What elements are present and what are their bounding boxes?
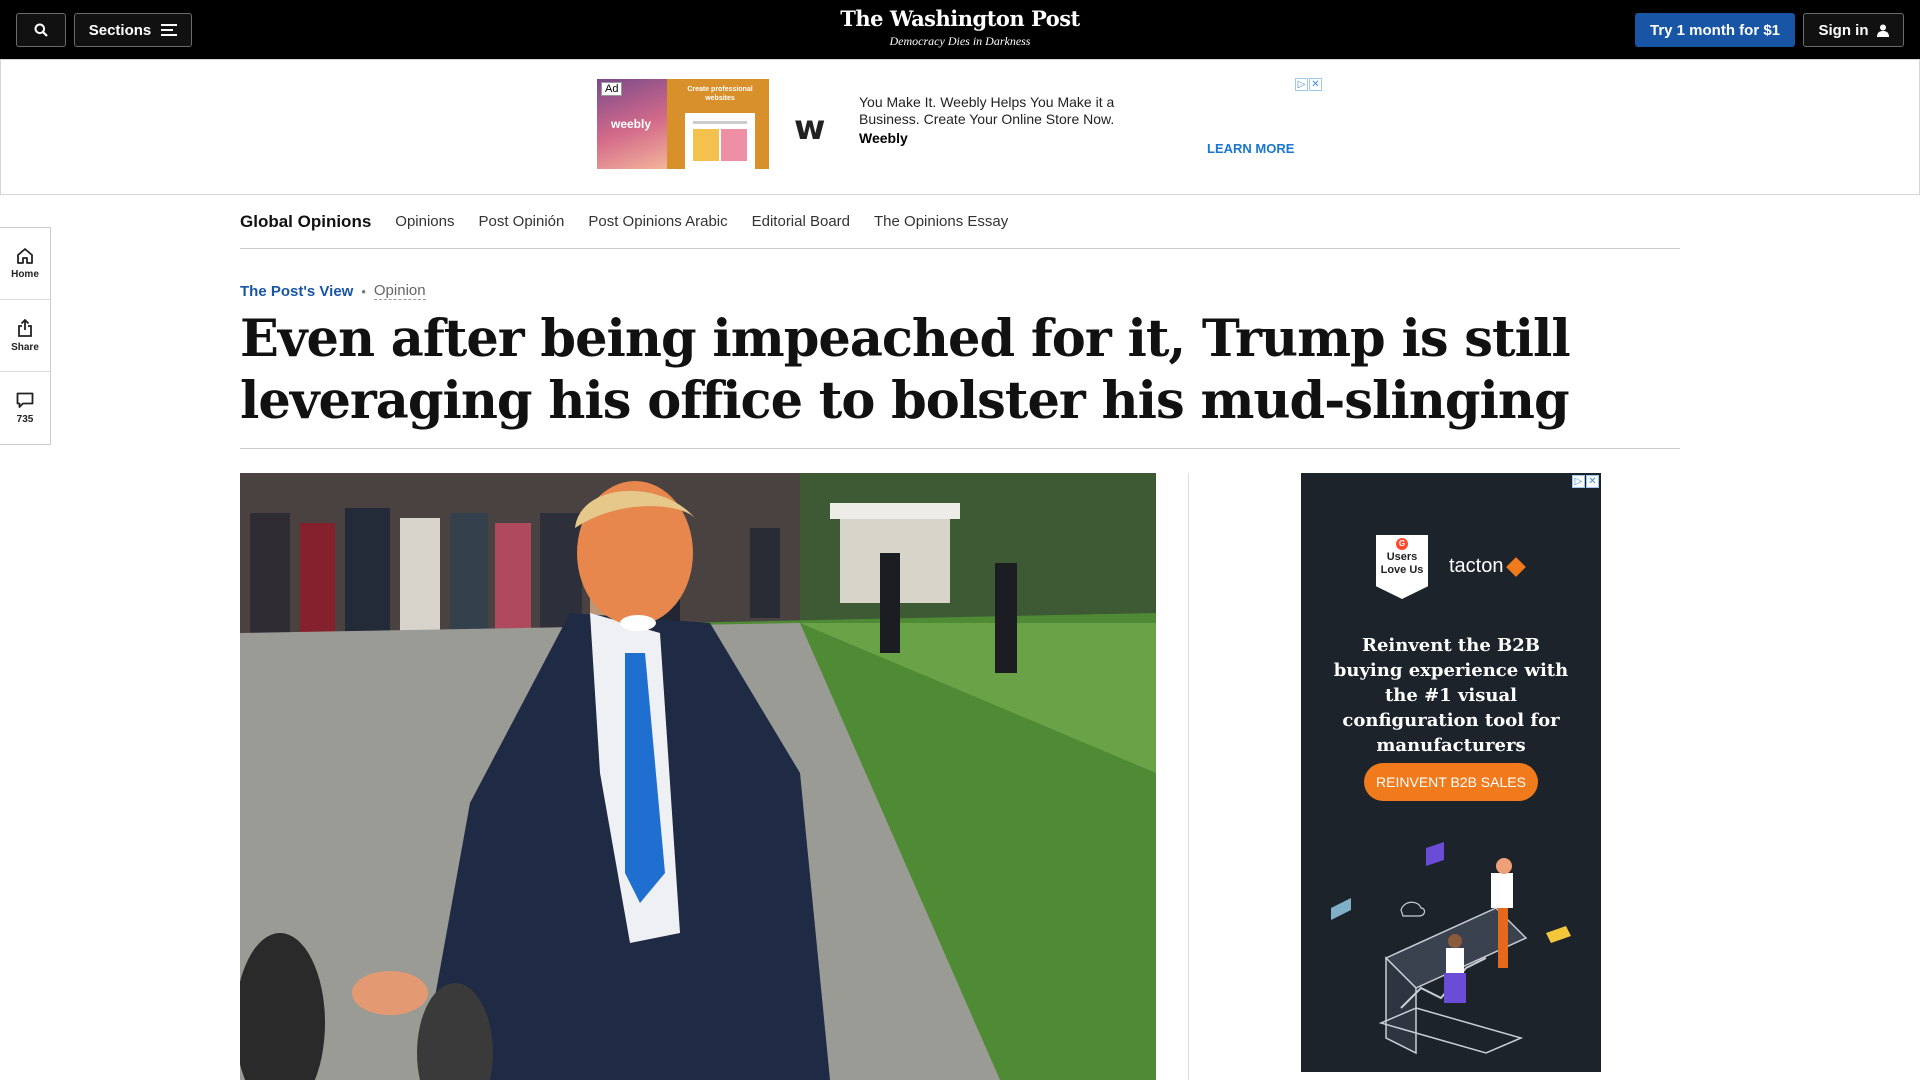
side-ad[interactable]: ▷ ✕ G Users Love Us tacton Reinvent the … (1301, 473, 1601, 1072)
tacton-logo: tacton (1449, 555, 1527, 578)
tacton-mark-icon (1506, 556, 1527, 577)
kicker-label[interactable]: The Post's View (240, 283, 353, 300)
adchoices-icon[interactable]: ▷ (1295, 78, 1308, 91)
headline-divider (240, 448, 1680, 449)
article-side-rail: Home Share 735 (0, 227, 51, 445)
ad-thumbnail-label: weebly (611, 117, 652, 131)
logo-wordmark: The Washington Post (840, 6, 1080, 31)
side-ad-copy: Reinvent the B2B buying experience with … (1333, 635, 1569, 756)
washington-post-logo[interactable]: The Washington Post Democracy Dies in Da… (760, 6, 1160, 49)
badge-line-2: Love Us (1380, 564, 1424, 576)
share-label: Share (11, 341, 39, 353)
search-icon (34, 23, 48, 37)
search-button[interactable] (16, 13, 66, 47)
ad-illustration (1331, 842, 1571, 1055)
side-ad-cta-button[interactable]: REINVENT B2B SALES (1364, 763, 1538, 801)
tacton-wordmark: tacton (1449, 555, 1504, 577)
nav-item-post-opinion[interactable]: Post Opinión (478, 213, 564, 230)
lead-photo-image (240, 473, 1156, 1080)
section-navigation: Global Opinions Opinions Post Opinión Po… (240, 195, 1680, 249)
top-ad-banner[interactable]: weebly Create professional websites Ad w… (0, 59, 1920, 195)
hamburger-icon (161, 24, 178, 36)
article-kicker: The Post's View • Opinion (240, 282, 426, 300)
comments-count: 735 (16, 413, 34, 425)
sections-menu-button[interactable]: Sections (74, 13, 192, 47)
ad-tag: Ad (601, 82, 623, 96)
ad-thumbnail-image[interactable]: weebly Create professional websites (597, 79, 769, 169)
share-button[interactable]: Share (0, 300, 50, 372)
g2-logo-icon: G (1396, 538, 1408, 550)
sign-in-button[interactable]: Sign in (1803, 13, 1904, 47)
nav-item-opinions[interactable]: Opinions (395, 213, 454, 230)
article-lead-photo[interactable] (240, 473, 1156, 1080)
ad-thumbnail-card (685, 113, 755, 169)
ad-brand[interactable]: Weebly (859, 130, 908, 146)
share-icon (18, 318, 32, 337)
kicker-separator: • (361, 283, 366, 299)
nav-item-opinions-essay[interactable]: The Opinions Essay (874, 213, 1008, 230)
column-divider (1188, 473, 1189, 1080)
g2-badge: G Users Love Us (1376, 535, 1428, 599)
subscribe-button[interactable]: Try 1 month for $1 (1635, 13, 1795, 47)
home-icon (17, 248, 33, 264)
ad-text[interactable]: You Make It. Weebly Helps You Make it a … (859, 94, 1129, 128)
logo-tagline: Democracy Dies in Darkness (889, 34, 1031, 48)
article-headline: Even after being impeached for it, Trump… (240, 309, 1571, 431)
top-navigation-bar: Sections The Washington Post Democracy D… (0, 0, 1920, 59)
side-adchoices-icon[interactable]: ▷ (1572, 475, 1585, 488)
side-ad-close-icon[interactable]: ✕ (1586, 475, 1599, 488)
section-title[interactable]: Global Opinions (240, 212, 371, 232)
home-label: Home (11, 269, 39, 280)
ad-thumbnail-heading: Create professional websites (687, 86, 753, 102)
nav-item-post-opinions-arabic[interactable]: Post Opinions Arabic (588, 213, 727, 230)
ad-learn-more-link[interactable]: LEARN MORE (1207, 141, 1294, 156)
user-icon (1876, 24, 1889, 37)
nav-item-editorial-board[interactable]: Editorial Board (752, 213, 850, 230)
comments-button[interactable]: 735 (0, 372, 50, 444)
section-label[interactable]: Opinion (373, 282, 426, 300)
sign-in-label: Sign in (1818, 21, 1869, 39)
comment-icon (16, 392, 34, 408)
badge-line-1: Users (1386, 551, 1418, 563)
sections-label: Sections (88, 21, 152, 39)
weebly-logo-icon: w (794, 108, 825, 148)
ad-close-icon[interactable]: ✕ (1309, 78, 1322, 91)
home-button[interactable]: Home (0, 228, 50, 300)
